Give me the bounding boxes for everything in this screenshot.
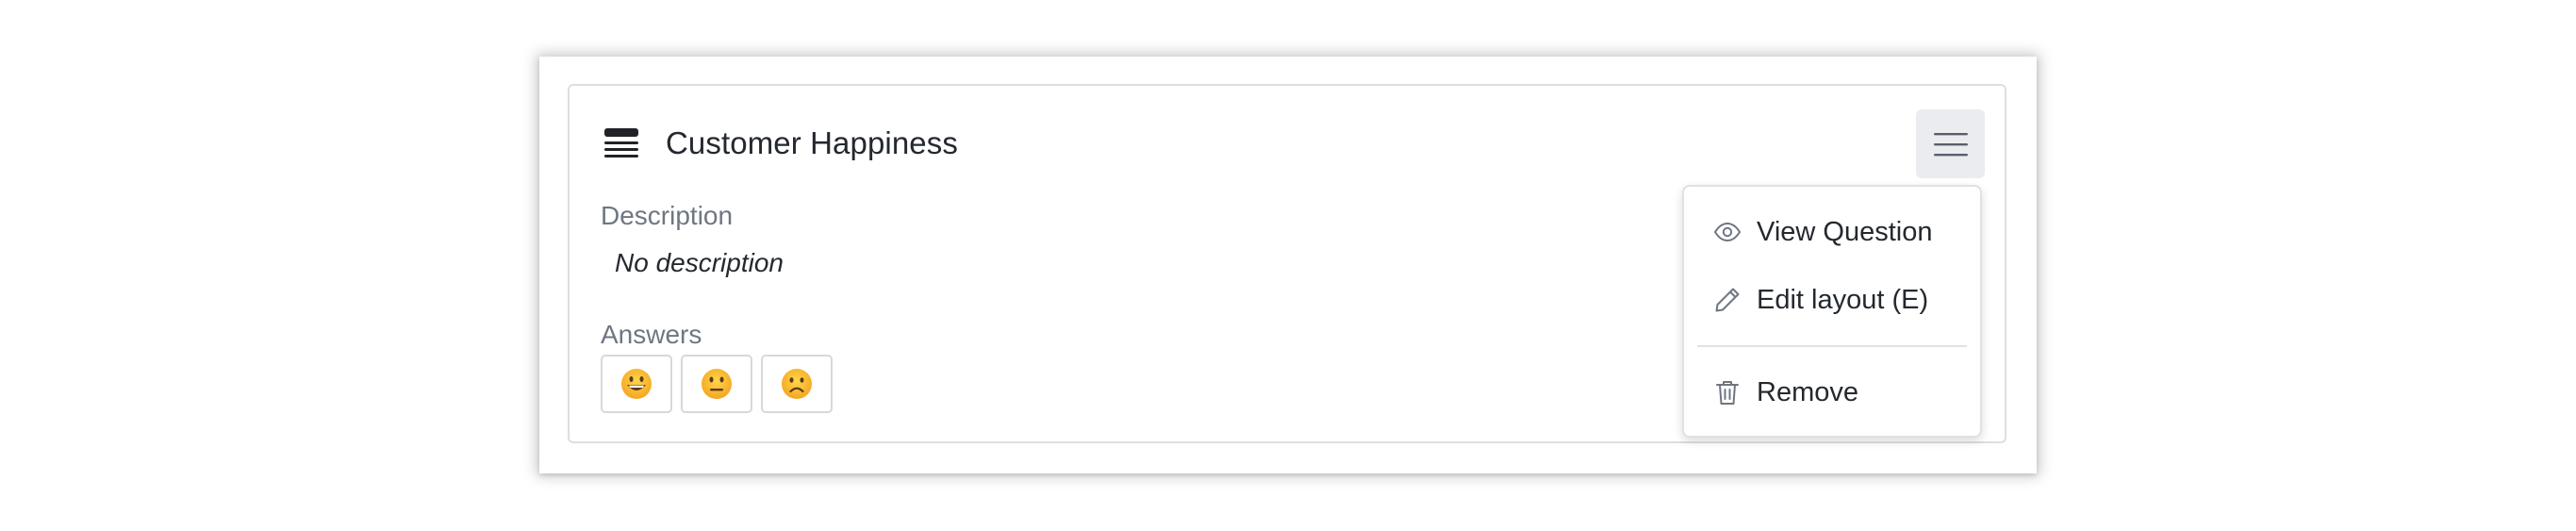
answer-option-neutral[interactable] (681, 355, 752, 413)
answer-options (601, 355, 833, 413)
card-menu-button[interactable] (1916, 109, 1985, 178)
menu-item-label: Remove (1757, 377, 1858, 407)
menu-item-label: Edit layout (E) (1757, 285, 1929, 315)
menu-item-remove[interactable]: Remove (1684, 366, 1980, 419)
eye-icon (1713, 222, 1742, 242)
answer-option-sad[interactable] (761, 355, 833, 413)
card-title: Customer Happiness (666, 125, 958, 160)
menu-item-label: View Question (1757, 217, 1933, 247)
frowning-face-icon (782, 369, 812, 399)
answers-label: Answers (601, 320, 702, 349)
neutral-face-icon (702, 369, 732, 399)
description-value: No description (615, 248, 784, 277)
trash-icon (1716, 381, 1739, 405)
stacked-lines-icon (604, 128, 638, 158)
pencil-icon (1715, 288, 1740, 312)
description-label: Description (601, 201, 734, 230)
grinning-face-icon (621, 369, 652, 399)
answer-option-happy[interactable] (601, 355, 672, 413)
menu-item-view-question[interactable]: View Question (1684, 206, 1980, 258)
menu-divider (1697, 345, 1967, 347)
menu-item-edit-layout[interactable]: Edit layout (E) (1684, 274, 1980, 326)
hamburger-menu-icon (1933, 132, 1968, 156)
card-dropdown-menu: View Question Edit layout (E) Remove (1682, 185, 1982, 438)
